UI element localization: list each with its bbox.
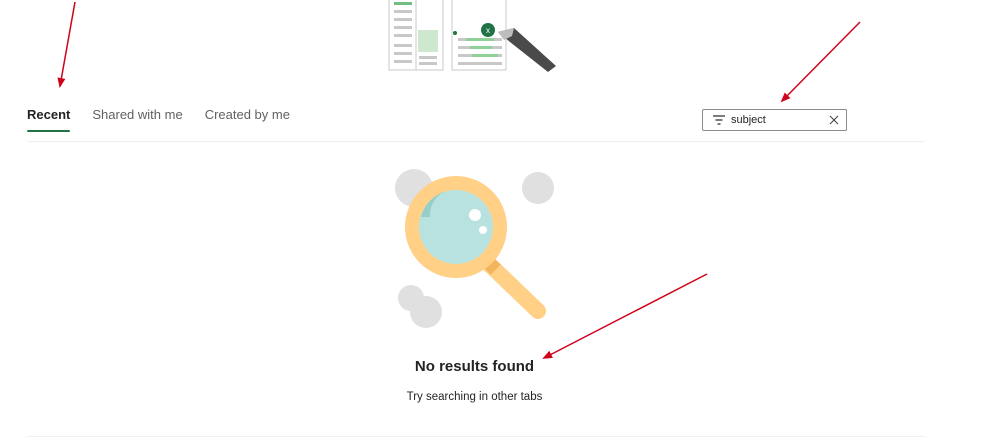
annotation-arrow-search (780, 21, 861, 103)
close-icon[interactable] (829, 115, 839, 125)
annotation-arrow-empty-state (542, 273, 708, 359)
svg-text:x: x (486, 26, 490, 35)
tab-recent[interactable]: Recent (27, 100, 71, 132)
annotation-arrow-tabs (57, 1, 76, 88)
page: x Recent Shared with me Created by me su… (0, 0, 999, 442)
templates-illustration: x (388, 0, 556, 72)
empty-state-title: No results found (414, 358, 535, 375)
empty-state-subtitle: Try searching in other tabs (406, 391, 543, 403)
header-divider (27, 141, 925, 142)
tab-shared-with-me[interactable]: Shared with me (92, 100, 182, 132)
search-input[interactable] (731, 114, 826, 126)
magnifying-glass-illustration (395, 169, 554, 328)
view-tabs: Recent Shared with me Created by me (27, 100, 290, 132)
footer-divider (27, 436, 925, 437)
tab-created-by-me[interactable]: Created by me (205, 100, 290, 132)
filter-icon (713, 115, 725, 125)
filter-search-box[interactable] (702, 109, 847, 131)
